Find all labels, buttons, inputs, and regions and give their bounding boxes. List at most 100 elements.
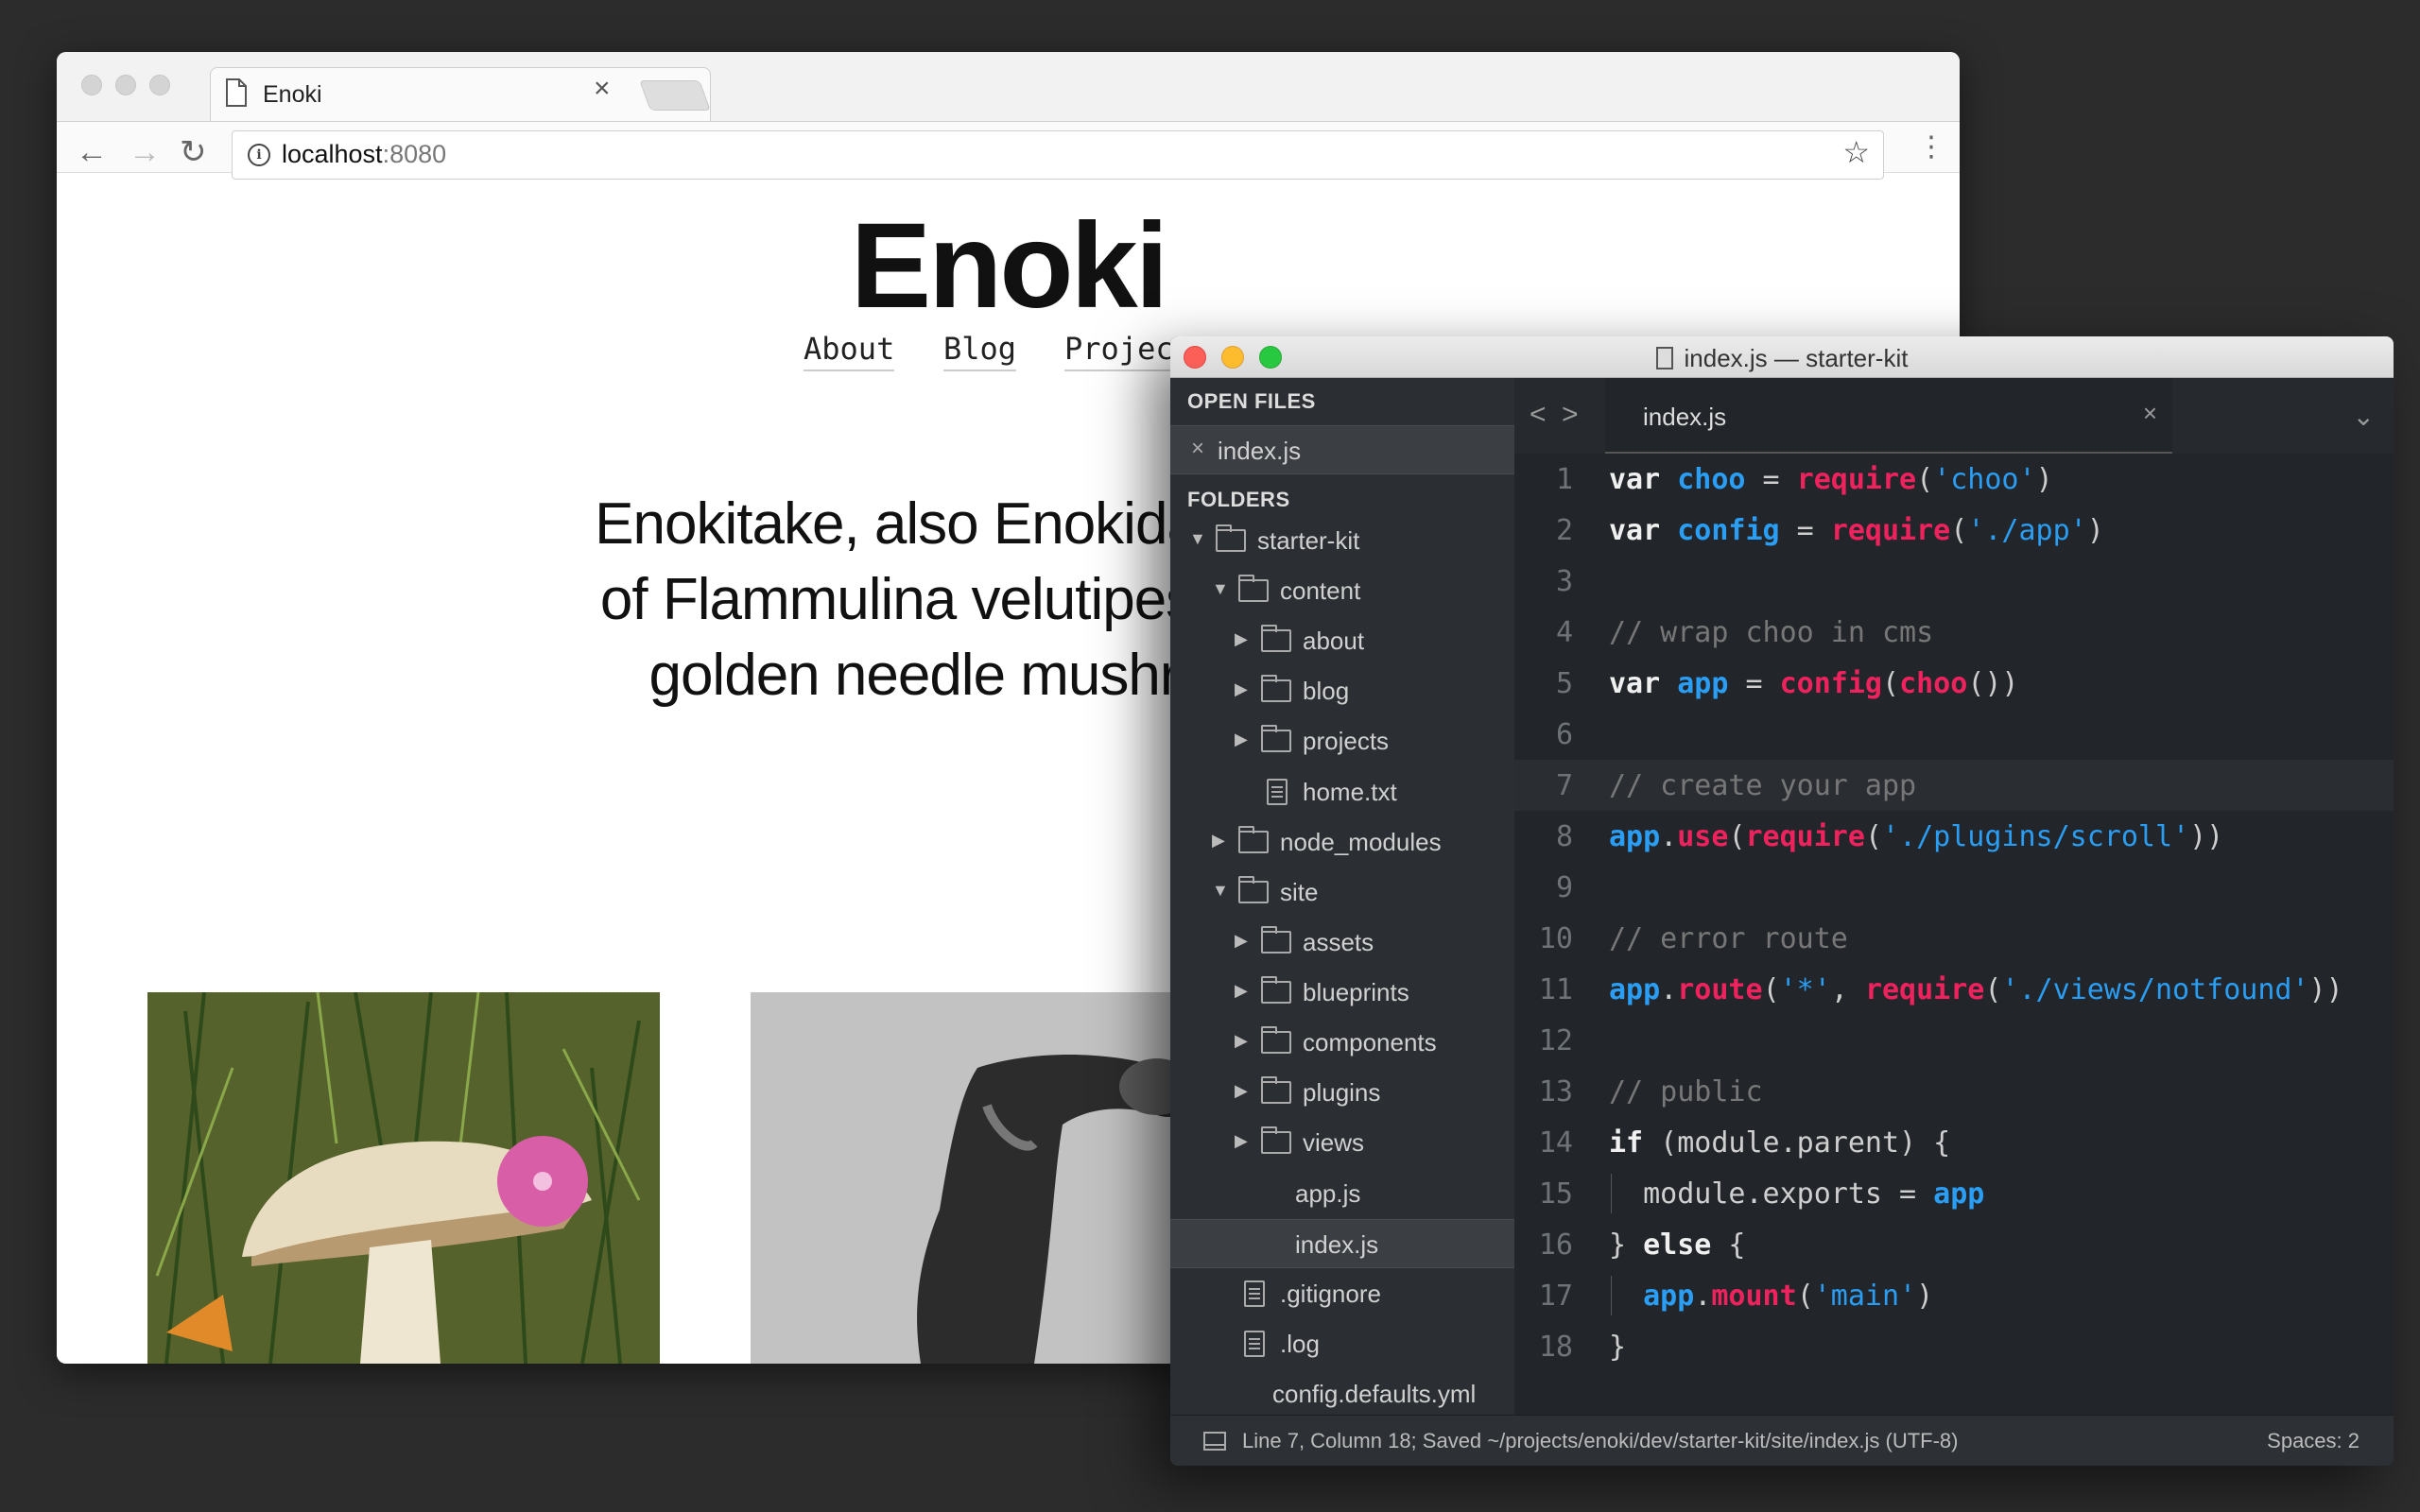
tab-nav-right-icon[interactable]: >: [1562, 399, 1579, 431]
code-token: (module.parent) {: [1643, 1126, 1951, 1160]
forward-arrow-icon[interactable]: →: [129, 136, 161, 168]
new-tab-button[interactable]: [639, 80, 711, 111]
code-token: (: [1950, 514, 1968, 547]
tab-menu-chevron-icon[interactable]: ⌄: [2353, 401, 2375, 432]
tree-item-site[interactable]: ▼ site: [1170, 868, 1514, 917]
editor-tab-close-icon[interactable]: ×: [2143, 399, 2157, 428]
reload-icon[interactable]: ↻: [180, 136, 207, 168]
editor-titlebar: index.js — starter-kit: [1170, 336, 2394, 378]
tree-item-app-js[interactable]: app.js: [1170, 1169, 1514, 1218]
code-token: app: [1609, 973, 1661, 1006]
back-arrow-icon[interactable]: ←: [76, 136, 108, 168]
code-token: }: [1609, 1228, 1644, 1262]
dancer-photo[interactable]: [751, 992, 1242, 1364]
collapsed-arrow-icon[interactable]: ▶: [1235, 730, 1248, 749]
tree-item-label: views: [1303, 1128, 1365, 1158]
code-text: if (module.parent) {: [1609, 1126, 1950, 1160]
code-token: route: [1677, 973, 1763, 1006]
window-minimize-button[interactable]: [115, 75, 136, 95]
line-number: 17: [1538, 1280, 1573, 1313]
bookmark-star-icon[interactable]: ☆: [1842, 137, 1870, 167]
expanded-arrow-icon[interactable]: ▼: [1212, 579, 1229, 599]
collapsed-arrow-icon[interactable]: ▶: [1235, 629, 1248, 649]
code-token: 'choo': [1933, 463, 2036, 496]
collapsed-arrow-icon[interactable]: ▶: [1235, 981, 1248, 1001]
line-number: 15: [1538, 1177, 1573, 1211]
window-zoom-button[interactable]: [149, 75, 170, 95]
url-text: localhost:8080: [282, 140, 447, 168]
editor-tab-bar: < > index.js × ⌄: [1514, 378, 2394, 454]
expanded-arrow-icon[interactable]: ▼: [1189, 529, 1206, 549]
code-line: 14 if (module.parent) {: [1514, 1117, 2394, 1168]
open-file-item[interactable]: × index.js: [1170, 425, 1514, 474]
status-bar: Line 7, Column 18; Saved ~/projects/enok…: [1170, 1415, 2394, 1466]
close-file-icon[interactable]: ×: [1191, 436, 1204, 462]
line-number: 16: [1538, 1228, 1573, 1262]
editor-tab-label: index.js: [1643, 403, 1727, 431]
code-token: './plugins/scroll': [1882, 820, 2190, 853]
code-editor[interactable]: 1 var choo = require('choo') 2 var config =…: [1514, 454, 2394, 1415]
folder-icon: [1238, 575, 1269, 603]
tree-item-plugins[interactable]: ▶ plugins: [1170, 1068, 1514, 1117]
code-line: 4 // wrap choo in cms: [1514, 607, 2394, 658]
collapsed-arrow-icon[interactable]: ▶: [1235, 1131, 1248, 1151]
tree-item-label: blueprints: [1303, 978, 1409, 1007]
folder-icon: [1238, 875, 1269, 903]
tree-item-label: projects: [1303, 727, 1390, 756]
code-token: app: [1933, 1177, 1985, 1211]
tree-item-blog[interactable]: ▶ blog: [1170, 666, 1514, 715]
browser-menu-icon[interactable]: ⋮: [1917, 133, 1945, 162]
line-number: 9: [1555, 871, 1573, 904]
code-line: 16} else {: [1514, 1219, 2394, 1270]
editor-tab-index-js[interactable]: index.js ×: [1605, 378, 2172, 454]
tree-item-node-modules[interactable]: ▶ node_modules: [1170, 817, 1514, 867]
code-token: // error route: [1609, 922, 1848, 955]
folder-icon: [1216, 524, 1246, 552]
tree-item-content[interactable]: ▼ content: [1170, 566, 1514, 615]
code-token: ()): [1967, 667, 2019, 700]
code-token: ,: [1830, 973, 1865, 1006]
indentation-setting[interactable]: Spaces: 2: [2267, 1429, 2360, 1453]
tree-item-components[interactable]: ▶ components: [1170, 1018, 1514, 1067]
expanded-arrow-icon[interactable]: ▼: [1212, 881, 1229, 901]
tree-item-gitignore[interactable]: .gitignore: [1170, 1269, 1514, 1318]
tree-item-projects[interactable]: ▶ projects: [1170, 716, 1514, 765]
tree-item-config-defaults-yml[interactable]: config.defaults.yml: [1170, 1369, 1514, 1418]
code-text: // public: [1609, 1075, 1763, 1108]
tree-item-label: starter-kit: [1257, 526, 1360, 555]
nav-link-about[interactable]: About: [804, 331, 895, 371]
collapsed-arrow-icon[interactable]: ▶: [1235, 931, 1248, 951]
line-number: 6: [1555, 718, 1573, 751]
nav-link-blog[interactable]: Blog: [943, 331, 1017, 371]
tree-item-assets[interactable]: ▶ assets: [1170, 918, 1514, 967]
code-token: ): [1916, 1280, 1934, 1313]
collapsed-arrow-icon[interactable]: ▶: [1235, 1031, 1248, 1051]
tree-item-about[interactable]: ▶ about: [1170, 616, 1514, 665]
tree-item-home-txt[interactable]: home.txt: [1170, 767, 1514, 816]
collapsed-arrow-icon[interactable]: ▶: [1235, 1081, 1248, 1101]
address-bar[interactable]: i localhost:8080 ☆: [232, 130, 1884, 180]
folders-heading: FOLDERS: [1187, 488, 1290, 511]
code-token: =: [1728, 667, 1780, 700]
open-files-heading: OPEN FILES: [1187, 389, 1316, 413]
tree-item-views[interactable]: ▶ views: [1170, 1118, 1514, 1167]
mushroom-photo[interactable]: [147, 992, 660, 1364]
tab-close-icon[interactable]: ×: [594, 75, 611, 103]
tab-nav-left-icon[interactable]: <: [1530, 399, 1547, 431]
code-token: var: [1609, 463, 1678, 496]
window-close-button[interactable]: [81, 75, 102, 95]
collapsed-arrow-icon[interactable]: ▶: [1212, 831, 1225, 850]
code-token: )): [2189, 820, 2224, 853]
code-token: choo: [1677, 463, 1746, 496]
tree-item-index-js[interactable]: index.js: [1170, 1218, 1514, 1268]
tree-item-log[interactable]: .log: [1170, 1319, 1514, 1368]
code-token: (: [1728, 820, 1746, 853]
collapsed-arrow-icon[interactable]: ▶: [1235, 679, 1248, 699]
tree-item-starter-kit[interactable]: ▼ starter-kit: [1170, 516, 1514, 565]
tree-item-blueprints[interactable]: ▶ blueprints: [1170, 968, 1514, 1017]
file-icon: [1267, 778, 1288, 805]
info-icon[interactable]: i: [248, 144, 270, 166]
panel-toggle-icon[interactable]: [1203, 1432, 1226, 1451]
code-token: config: [1779, 667, 1882, 700]
nav-link-projects[interactable]: Projec: [1064, 331, 1174, 371]
